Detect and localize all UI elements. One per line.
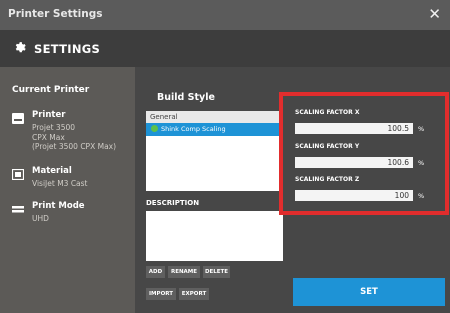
material-icon [11,165,25,181]
printer-label: Printer [32,110,66,120]
material-label: Material [32,166,72,176]
settings-header: SETTINGS [0,30,450,67]
printer-value-line-1: Projet 3500 [32,123,76,132]
build-style-list[interactable]: General Shink Comp Scaling [146,111,283,191]
add-button[interactable]: ADD [146,266,165,278]
list-item-shink-comp-scaling[interactable]: Shink Comp Scaling [146,123,283,136]
set-button[interactable]: SET [293,278,445,306]
status-dot-icon [151,125,158,132]
title-bar: Printer Settings ✕ [0,0,450,30]
delete-button[interactable]: DELETE [203,266,230,278]
scaling-z-input[interactable] [295,190,413,201]
description-field[interactable] [146,211,283,261]
scaling-factors-panel: SCALING FACTOR X % SCALING FACTOR Y % SC… [279,92,449,215]
rename-button[interactable]: RENAME [168,266,200,278]
printer-settings-window: Printer Settings ✕ SETTINGS Current Prin… [0,0,450,313]
scaling-y-label: SCALING FACTOR Y [295,143,360,150]
printer-icon [12,109,24,124]
scaling-x-label: SCALING FACTOR X [295,109,360,116]
export-button[interactable]: EXPORT [179,288,209,300]
list-item-general[interactable]: General [146,111,283,123]
scaling-y-input[interactable] [295,157,413,168]
current-printer-panel: Current Printer Printer Projet 3500 CPX … [0,67,135,313]
scaling-z-label: SCALING FACTOR Z [295,176,360,183]
import-button[interactable]: IMPORT [146,288,176,300]
gear-icon [13,41,26,57]
page-title: SETTINGS [34,42,101,56]
print-mode-value: UHD [32,214,49,223]
printer-value-line-2: CPX Max [32,132,65,142]
window-title: Printer Settings [8,8,103,20]
scaling-y-unit: % [418,159,425,167]
scaling-z-unit: % [418,192,425,200]
build-style-title: Build Style [157,92,215,103]
print-mode-icon [12,201,24,213]
current-printer-title: Current Printer [12,85,90,95]
print-mode-label: Print Mode [32,201,85,211]
list-item-label: Shink Comp Scaling [161,125,226,133]
close-icon[interactable]: ✕ [428,5,441,23]
scaling-x-unit: % [418,125,425,133]
material-value: VisiJet M3 Cast [32,179,88,188]
description-label: DESCRIPTION [146,199,200,207]
scaling-x-input[interactable] [295,123,413,134]
printer-value-line-3: (Projet 3500 CPX Max) [32,142,117,151]
